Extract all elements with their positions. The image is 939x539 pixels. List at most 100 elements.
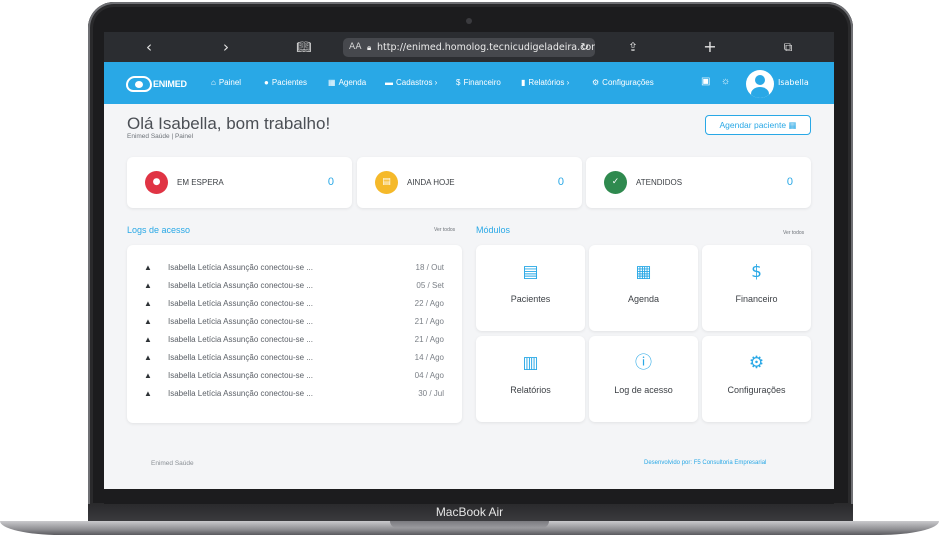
footer-developer-link[interactable]: Desenvolvido por: F5 Consultoria Empresa… bbox=[644, 460, 766, 466]
chevron-right-icon[interactable]: › bbox=[214, 32, 238, 62]
logs-title: Logs de acesso bbox=[127, 225, 191, 235]
page-title: Olá Isabella, bom trabalho! bbox=[127, 114, 331, 133]
gear-icon: ⚙ bbox=[592, 78, 600, 87]
stat-card-today[interactable]: ▤ AINDA HOJE 0 bbox=[357, 157, 582, 208]
module-label: Relatórios bbox=[510, 385, 551, 395]
breadcrumb: Enimed Saúde | Painel bbox=[127, 133, 194, 140]
module-card-agenda[interactable]: ▦ Agenda bbox=[589, 245, 698, 331]
nav-item-relatorios[interactable]: ▮ Relatórios › bbox=[521, 62, 569, 104]
module-card-financeiro[interactable]: $ Financeiro bbox=[702, 245, 811, 331]
modules-title: Módulos bbox=[476, 225, 511, 235]
log-row[interactable]: ▲ Isabella Letícia Assunção conectou-se … bbox=[127, 331, 462, 349]
log-date: 21 / Ago bbox=[414, 335, 444, 344]
warning-icon: ▲ bbox=[144, 353, 152, 362]
logs-see-all-link[interactable]: Ver todos bbox=[434, 227, 455, 233]
log-text: Isabella Letícia Assunção conectou-se ..… bbox=[168, 317, 313, 326]
warning-icon: ▲ bbox=[144, 389, 152, 398]
stat-label: AINDA HOJE bbox=[407, 178, 455, 187]
reload-icon[interactable]: ↻ bbox=[581, 38, 589, 57]
log-text: Isabella Letícia Assunção conectou-se ..… bbox=[168, 335, 313, 344]
home-icon: ⌂ bbox=[211, 78, 216, 87]
nav-item-pacientes[interactable]: ● Pacientes bbox=[264, 62, 307, 104]
nav-item-label: Agenda bbox=[338, 78, 367, 87]
camera-dot bbox=[466, 18, 472, 24]
warning-icon: ▲ bbox=[144, 335, 152, 344]
stat-label: EM ESPERA bbox=[177, 178, 224, 187]
stat-label: ATENDIDOS bbox=[636, 178, 683, 187]
address-bar[interactable]: AA 🔒︎ http://enimed.homolog.tecnicudigel… bbox=[343, 38, 595, 57]
app-navbar: ENIMED ⌂ Painel ● Pacientes ▦ Agenda ▬ C… bbox=[104, 62, 834, 104]
warning-icon: ▲ bbox=[144, 317, 152, 326]
log-text: Isabella Letícia Assunção conectou-se ..… bbox=[168, 353, 313, 362]
log-row[interactable]: ▲ Isabella Letícia Assunção conectou-se … bbox=[127, 295, 462, 313]
book-icon[interactable]: 📖︎ bbox=[292, 32, 316, 62]
nav-item-configuracoes[interactable]: ⚙ Configurações bbox=[592, 62, 654, 104]
user-name[interactable]: Isabella bbox=[778, 62, 809, 104]
base-notch bbox=[390, 521, 549, 528]
avatar[interactable] bbox=[746, 70, 774, 98]
warning-icon: ▲ bbox=[144, 299, 152, 308]
nav-item-label: Pacientes bbox=[271, 78, 307, 87]
stat-count: 0 bbox=[786, 176, 793, 188]
module-label: Pacientes bbox=[510, 294, 551, 304]
stat-count: 0 bbox=[557, 176, 564, 188]
user-icon: ● bbox=[264, 78, 269, 87]
user-clock-icon: ● bbox=[145, 171, 168, 194]
screen: ‹ › 📖︎ AA 🔒︎ http://enimed.homolog.tecni… bbox=[104, 32, 834, 489]
log-row[interactable]: ▲ Isabella Letícia Assunção conectou-se … bbox=[127, 313, 462, 331]
dollar-icon: $ bbox=[456, 78, 461, 87]
url-text[interactable]: http://enimed.homolog.tecnicudigeladeira… bbox=[377, 38, 595, 57]
log-text: Isabella Letícia Assunção conectou-se ..… bbox=[168, 281, 313, 290]
log-row[interactable]: ▲ Isabella Letícia Assunção conectou-se … bbox=[127, 349, 462, 367]
plus-icon[interactable]: + bbox=[698, 32, 722, 62]
nav-item-label: Financeiro bbox=[463, 78, 501, 87]
log-date: 04 / Ago bbox=[414, 371, 444, 380]
log-text: Isabella Letícia Assunção conectou-se ..… bbox=[168, 371, 313, 380]
module-card-log-acesso[interactable]: ⓘ Log de acesso bbox=[589, 336, 698, 422]
logs-card: ▲ Isabella Letícia Assunção conectou-se … bbox=[127, 245, 462, 423]
log-row[interactable]: ▲ Isabella Letícia Assunção conectou-se … bbox=[127, 367, 462, 385]
patients-icon: ▤ bbox=[522, 262, 539, 282]
log-text: Isabella Letícia Assunção conectou-se ..… bbox=[168, 299, 313, 308]
schedule-patient-button[interactable]: Agendar paciente ▦ bbox=[705, 115, 811, 135]
calendar-icon: ▦ bbox=[635, 262, 652, 282]
stat-count: 0 bbox=[327, 176, 334, 188]
calendar-icon: ▦ bbox=[328, 78, 336, 87]
user-check-icon: ✓ bbox=[604, 171, 627, 194]
tabs-icon[interactable]: ⧉ bbox=[776, 32, 800, 62]
nav-item-label: Configurações bbox=[602, 78, 654, 87]
lightbulb-icon[interactable]: ☼ bbox=[721, 76, 730, 87]
modules-see-all-link[interactable]: Ver todos bbox=[783, 230, 804, 236]
stat-card-attended[interactable]: ✓ ATENDIDOS 0 bbox=[586, 157, 811, 208]
log-date: 14 / Ago bbox=[414, 353, 444, 362]
text-size-button[interactable]: AA bbox=[349, 38, 362, 57]
share-icon[interactable]: ⇪ bbox=[621, 32, 645, 62]
chart-icon: ▮ bbox=[521, 78, 526, 87]
log-row[interactable]: ▲ Isabella Letícia Assunção conectou-se … bbox=[127, 385, 462, 403]
log-row[interactable]: ▲ Isabella Letícia Assunção conectou-se … bbox=[127, 277, 462, 295]
module-card-pacientes[interactable]: ▤ Pacientes bbox=[476, 245, 585, 331]
device-model-label: MacBook Air bbox=[435, 505, 504, 519]
nav-item-label: Cadastros › bbox=[396, 78, 438, 87]
warning-icon: ▲ bbox=[144, 281, 152, 290]
module-card-configuracoes[interactable]: ⚙ Configurações bbox=[702, 336, 811, 422]
enimed-logo[interactable]: ENIMED bbox=[126, 74, 187, 94]
module-card-relatorios[interactable]: ▥ Relatórios bbox=[476, 336, 585, 422]
nav-item-painel[interactable]: ⌂ Painel bbox=[211, 62, 241, 104]
info-icon: ⓘ bbox=[635, 353, 652, 373]
log-row[interactable]: ▲ Isabella Letícia Assunção conectou-se … bbox=[127, 259, 462, 277]
chevron-left-icon[interactable]: ‹ bbox=[137, 32, 161, 62]
cloud-icon bbox=[126, 76, 152, 92]
schedule-button-label: Agendar paciente bbox=[719, 120, 787, 130]
lock-icon: 🔒︎ bbox=[367, 43, 372, 52]
module-label: Configurações bbox=[727, 385, 786, 395]
nav-item-cadastros[interactable]: ▬ Cadastros › bbox=[385, 62, 437, 104]
module-label: Agenda bbox=[627, 294, 660, 304]
warning-icon: ▲ bbox=[144, 263, 152, 272]
stat-card-waiting[interactable]: ● EM ESPERA 0 bbox=[127, 157, 352, 208]
log-date: 30 / Jul bbox=[418, 389, 444, 398]
nav-item-financeiro[interactable]: $ Financeiro bbox=[456, 62, 501, 104]
gear-icon: ⚙ bbox=[748, 353, 765, 373]
medical-kit-icon[interactable]: ▣ bbox=[701, 76, 710, 87]
nav-item-agenda[interactable]: ▦ Agenda bbox=[328, 62, 366, 104]
